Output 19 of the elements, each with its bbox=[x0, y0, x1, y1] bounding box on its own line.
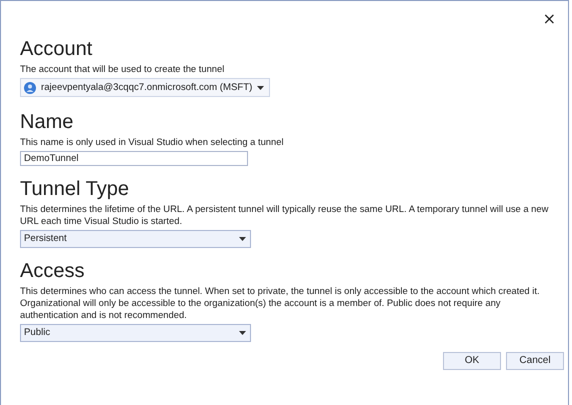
section-description: This name is only used in Visual Studio when selecting a tunnel bbox=[20, 136, 285, 148]
caret-icon bbox=[239, 330, 246, 334]
section-heading: Access bbox=[20, 258, 86, 284]
caret-icon bbox=[257, 86, 264, 90]
account-dropdown[interactable]: rajeevpentyala@3cqqc7.onmicrosoft.com (MSFT) bbox=[20, 78, 270, 97]
section-heading: Tunnel Type bbox=[20, 176, 130, 202]
caret-icon bbox=[239, 236, 246, 240]
dialog-button[interactable]: OK bbox=[443, 352, 501, 370]
section-heading: Name bbox=[20, 110, 74, 134]
dropdown[interactable]: Public bbox=[20, 324, 251, 342]
section-description: This determines who can access the tunnel. When set to private, the tunnel is only accessible to the account which created it. Organizational will only be accessible to the organization(s) the account is a member of. Public does not require any authentication and is not recommended. bbox=[20, 284, 541, 320]
section-heading: Account bbox=[20, 37, 94, 62]
section-description: The account that will be used to create the tunnel bbox=[20, 63, 226, 75]
name-field[interactable]: DemoTunnel bbox=[20, 150, 248, 166]
dropdown[interactable]: Persistent bbox=[20, 230, 251, 248]
close-button[interactable]: × bbox=[540, 9, 558, 29]
avatar-icon bbox=[24, 82, 36, 94]
section-description: This determines the lifetime of the URL. A persistent tunnel will typically reuse the same URL. A temporary tunnel will use a new URL each time Visual Studio is started. bbox=[20, 202, 550, 226]
dialog-button[interactable]: Cancel bbox=[506, 352, 564, 370]
